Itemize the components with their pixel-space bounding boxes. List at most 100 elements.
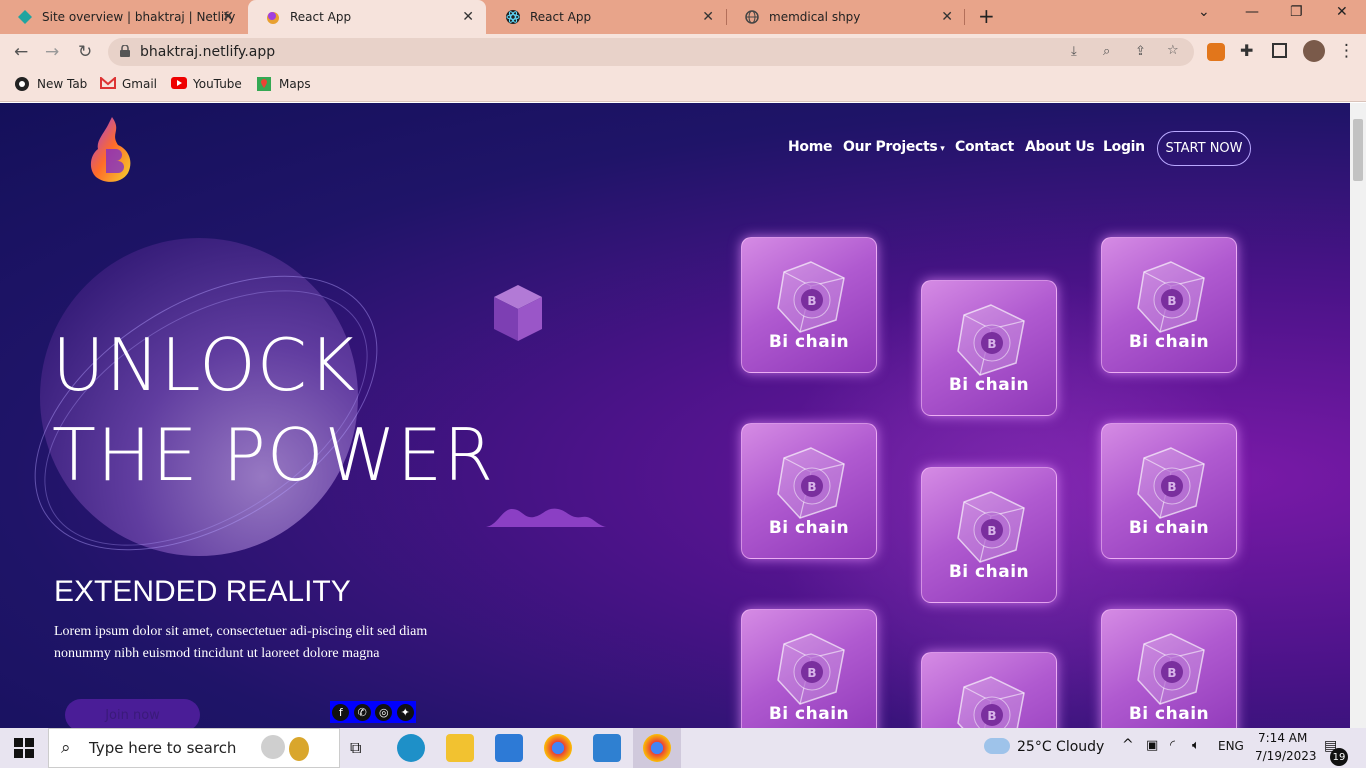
hero-description: Lorem ipsum dolor sit amet, consectetuer… — [54, 624, 428, 661]
close-window-button[interactable]: ✕ — [1336, 4, 1348, 20]
close-icon[interactable]: ✕ — [702, 9, 714, 25]
tab-react-app[interactable]: React App ✕ — [488, 0, 726, 34]
bookmark-maps[interactable]: Maps — [257, 77, 311, 91]
volume-icon[interactable]: 🔈︎ — [1192, 738, 1200, 753]
netlify-icon — [18, 10, 32, 24]
join-now-button[interactable]: Join now — [65, 699, 200, 728]
wave-decoration — [486, 508, 606, 527]
tab-netlify[interactable]: Site overview | bhaktraj | Netlify ✕ — [0, 0, 246, 34]
microsoft-store-icon[interactable] — [495, 734, 523, 762]
crypto-cube-icon: B — [1137, 261, 1205, 333]
bookmark-youtube[interactable]: YouTube — [171, 77, 242, 91]
twitter-icon[interactable]: ✦ — [396, 703, 414, 721]
tab-search-chevron-icon[interactable]: ⌄ — [1198, 4, 1210, 20]
card-label: Bi chain — [948, 375, 1030, 395]
taskbar-search[interactable]: ⌕ Type here to search — [48, 728, 340, 768]
bi-chain-card[interactable]: BBi chain — [741, 237, 877, 373]
chrome-icon[interactable] — [544, 734, 572, 762]
search-highlight-image — [261, 735, 285, 759]
edge-icon[interactable] — [397, 734, 425, 762]
reload-button[interactable]: ↻ — [78, 42, 92, 62]
nav-home[interactable]: Home — [788, 139, 833, 155]
close-icon[interactable]: ✕ — [462, 9, 474, 25]
nav-contact[interactable]: Contact — [955, 139, 1014, 155]
bi-chain-card[interactable]: BBi chain — [921, 467, 1057, 603]
crypto-cube-icon: B — [957, 304, 1025, 376]
close-icon[interactable]: ✕ — [941, 9, 953, 25]
svg-text:B: B — [1167, 480, 1176, 494]
nav-our-projects-label: Our Projects — [843, 139, 938, 155]
notification-count-badge: 19 — [1330, 748, 1348, 766]
chrome-profile-icon[interactable] — [643, 734, 671, 762]
side-panel-icon[interactable] — [1272, 43, 1287, 58]
bi-chain-card[interactable]: BBi chain — [1101, 423, 1237, 559]
windows-start-icon[interactable] — [14, 738, 34, 762]
bookmark-label: Gmail — [122, 77, 158, 91]
search-icon: ⌕ — [61, 738, 71, 758]
svg-text:B: B — [807, 480, 816, 494]
tab-react-app-active[interactable]: React App ✕ — [248, 0, 486, 34]
start-now-button[interactable]: START NOW — [1157, 131, 1251, 166]
task-view-icon[interactable]: ⧉ — [350, 738, 361, 758]
facebook-icon[interactable]: f — [332, 703, 350, 721]
forward-button[interactable]: → — [45, 42, 59, 62]
gmail-icon — [100, 75, 116, 91]
restore-button[interactable]: ❐ — [1290, 4, 1303, 20]
svg-text:B: B — [987, 524, 996, 538]
tab-title: memdical shpy — [769, 10, 861, 24]
svg-text:B: B — [807, 294, 816, 308]
bi-chain-card[interactable]: B Bi chain — [741, 609, 877, 728]
back-button[interactable]: ← — [14, 42, 28, 62]
url-text: bhaktraj.netlify.app — [140, 44, 276, 60]
meet-icon[interactable]: ▣ — [1146, 738, 1158, 753]
globe-icon — [15, 77, 29, 91]
menu-icon[interactable]: ⋮ — [1338, 41, 1355, 61]
crypto-cube-icon: B — [1137, 633, 1205, 705]
profile-avatar[interactable] — [1303, 40, 1325, 62]
file-explorer-icon[interactable] — [446, 734, 474, 762]
clock-date[interactable]: 7/19/2023 — [1255, 749, 1317, 763]
scrollbar-thumb[interactable] — [1353, 119, 1363, 181]
minimize-button[interactable]: — — [1245, 4, 1259, 20]
app-logo-icon — [266, 10, 280, 24]
bi-chain-card[interactable]: BBi chain — [1101, 609, 1237, 728]
extensions-icon[interactable]: ✚ — [1240, 41, 1253, 60]
bookmark-star-icon[interactable]: ☆ — [1167, 43, 1183, 59]
address-bar[interactable]: bhaktraj.netlify.app ⤓ ⌕ ⇪ ☆ — [108, 38, 1194, 66]
language-indicator[interactable]: ENG — [1218, 739, 1244, 753]
bookmark-gmail[interactable]: Gmail — [100, 75, 158, 91]
bi-chain-card[interactable]: BBi chain — [1101, 237, 1237, 373]
webpage: Home Our Projects ▾ Contact About Us Log… — [0, 103, 1350, 728]
metamask-extension-icon[interactable] — [1207, 43, 1225, 61]
new-tab-button[interactable]: + — [978, 4, 995, 28]
card-label: Bi chain — [768, 518, 850, 538]
zoom-icon[interactable]: ⌕ — [1103, 44, 1119, 60]
svg-text:B: B — [1167, 666, 1176, 680]
vertical-scrollbar[interactable] — [1350, 103, 1366, 728]
site-logo-icon[interactable] — [88, 115, 136, 185]
youtube-icon — [171, 77, 187, 91]
install-icon[interactable]: ⤓ — [1071, 44, 1087, 60]
bi-chain-card[interactable]: B Bi chain — [741, 423, 877, 559]
card-label: Bi chain — [768, 704, 850, 724]
nav-about-us[interactable]: About Us — [1025, 139, 1095, 155]
nav-our-projects[interactable]: Our Projects ▾ — [843, 139, 945, 155]
bookmark-new-tab[interactable]: New Tab — [15, 77, 87, 91]
share-icon[interactable]: ⇪ — [1135, 44, 1151, 60]
bi-chain-card[interactable]: BBi chain — [921, 280, 1057, 416]
svg-text:B: B — [807, 666, 816, 680]
close-icon[interactable]: ✕ — [222, 9, 234, 25]
clock-time[interactable]: 7:14 AM — [1258, 731, 1307, 745]
social-links: f ✆ ◎ ✦ — [330, 701, 416, 723]
vscode-icon[interactable] — [593, 734, 621, 762]
nav-login[interactable]: Login — [1103, 139, 1145, 155]
whatsapp-icon[interactable]: ✆ — [353, 703, 371, 721]
wifi-icon[interactable]: ◜ — [1170, 738, 1175, 753]
instagram-icon[interactable]: ◎ — [375, 703, 393, 721]
bi-chain-card[interactable]: BBi chain — [921, 652, 1057, 728]
hero-title-line1: UNLOCK — [52, 323, 357, 407]
tab-memdical[interactable]: memdical shpy ✕ — [727, 0, 965, 34]
bookmarks-bar: New Tab Gmail YouTube Maps — [0, 70, 1366, 102]
weather-text[interactable]: 25°C Cloudy — [1017, 739, 1104, 755]
hidden-icons-chevron-icon[interactable]: ^ — [1122, 737, 1134, 753]
